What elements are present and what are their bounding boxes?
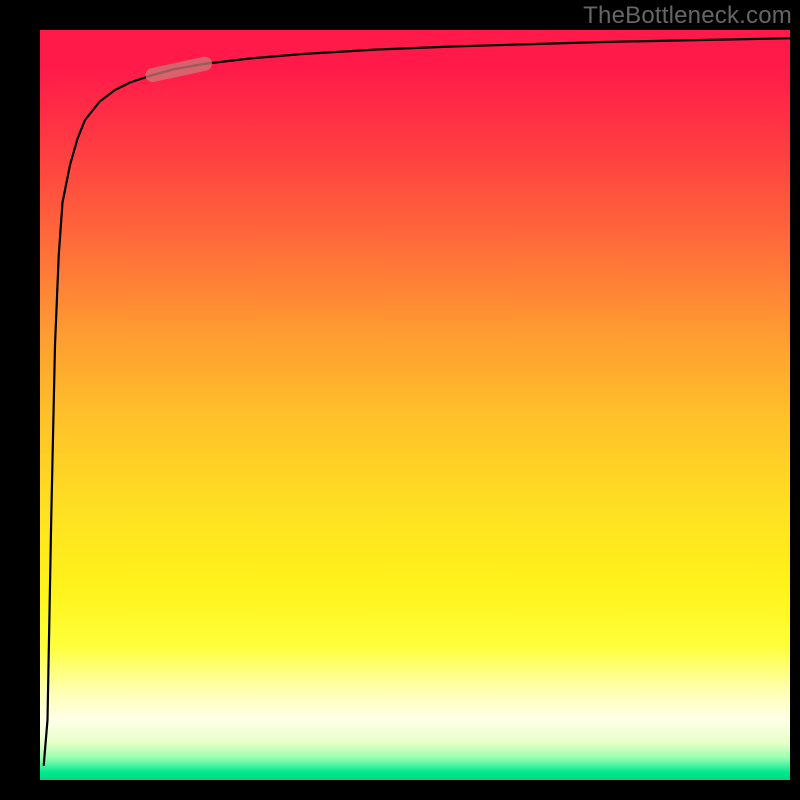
chart-gradient-area [40,30,790,780]
watermark-text: TheBottleneck.com [583,2,792,30]
